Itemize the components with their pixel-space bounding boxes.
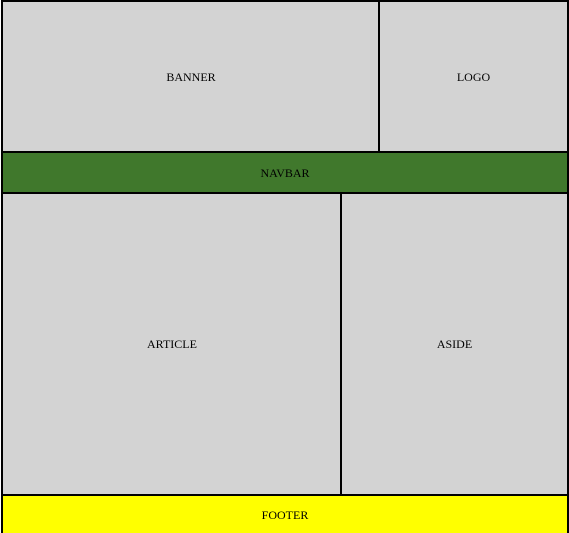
- logo-region: LOGO: [378, 0, 569, 153]
- navbar-label: NAVBAR: [260, 165, 310, 180]
- article-label: ARTICLE: [147, 337, 197, 351]
- aside-region: ASIDE: [340, 192, 569, 496]
- navbar-region[interactable]: NAVBAR: [1, 151, 569, 194]
- aside-label: ASIDE: [436, 337, 473, 351]
- footer-region: FOOTER: [1, 494, 569, 533]
- logo-label: LOGO: [456, 69, 491, 84]
- banner-label: BANNER: [166, 69, 216, 84]
- article-region: ARTICLE: [1, 192, 343, 496]
- banner-region: BANNER: [1, 0, 381, 153]
- footer-label: FOOTER: [261, 507, 309, 522]
